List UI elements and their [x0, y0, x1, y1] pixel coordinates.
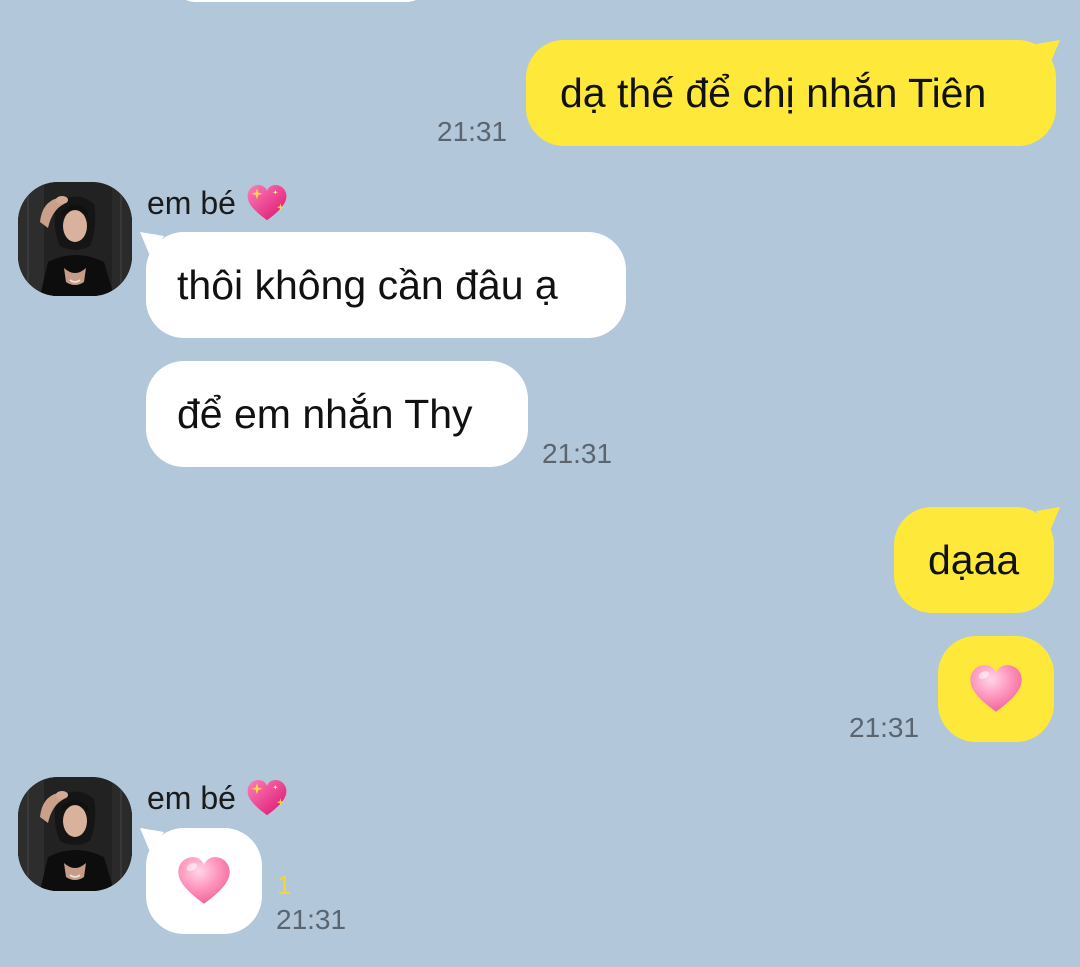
- received-message-bubble[interactable]: để em nhắn Thy: [146, 361, 528, 467]
- unread-count: 1: [277, 870, 292, 900]
- sender-name: em bé: [147, 779, 288, 817]
- sent-message-text: dạ thế để chị nhắn Tiên: [560, 69, 987, 116]
- received-message-text: thôi không cần đâu ạ: [177, 261, 558, 308]
- sent-sticker-bubble[interactable]: [938, 636, 1054, 742]
- sent-message-text: dạaa: [928, 536, 1020, 583]
- message-timestamp: 21:31: [437, 116, 508, 147]
- received-sticker-bubble[interactable]: [146, 828, 262, 934]
- message-timestamp: 21:31: [276, 904, 347, 935]
- pink-heart-icon: [968, 664, 1024, 714]
- sender-name-text: em bé: [147, 780, 236, 816]
- sparkling-heart-icon: [246, 184, 288, 222]
- pink-heart-icon: [176, 856, 232, 906]
- received-message-text: để em nhắn Thy: [177, 390, 473, 437]
- sent-bubble-tail: [1036, 507, 1060, 531]
- message-timestamp: 21:31: [542, 438, 613, 469]
- sent-bubble-tail: [1036, 40, 1060, 64]
- sent-message-bubble[interactable]: dạaa: [894, 507, 1054, 613]
- avatar-photo: [18, 182, 132, 296]
- contact-avatar[interactable]: [18, 182, 132, 296]
- received-message-bubble[interactable]: thôi không cần đâu ạ: [146, 232, 626, 338]
- previous-message-bubble[interactable]: [170, 0, 432, 2]
- sender-name: em bé: [147, 184, 288, 222]
- sent-message-bubble[interactable]: dạ thế để chị nhắn Tiên: [526, 40, 1056, 146]
- sparkling-heart-icon: [246, 779, 288, 817]
- contact-avatar[interactable]: [18, 777, 132, 891]
- avatar-photo: [18, 777, 132, 891]
- sender-name-text: em bé: [147, 185, 236, 221]
- message-timestamp: 21:31: [849, 712, 920, 743]
